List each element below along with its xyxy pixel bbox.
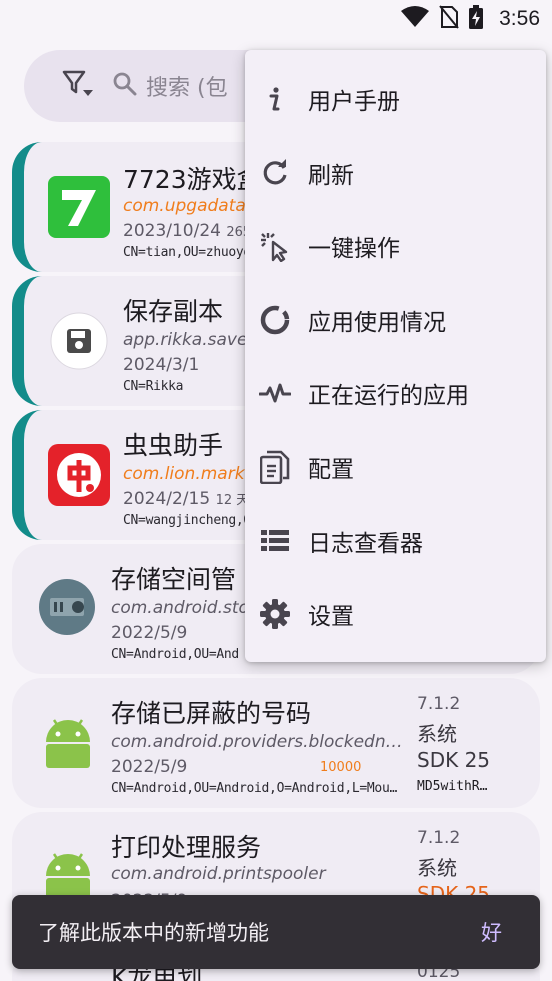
app-cert: CN=wangjincheng,OU: [123, 513, 259, 528]
app-icon-7723: [48, 176, 110, 238]
snackbar-message: 了解此版本中的新增功能: [38, 921, 269, 945]
app-uid: 10000: [320, 760, 362, 775]
menu-item-profiles[interactable]: 配置: [245, 430, 546, 503]
list-icon: [258, 524, 292, 558]
app-package: com.upgadata.u: [123, 196, 262, 216]
menu-item-running-apps[interactable]: 正在运行的应用: [245, 356, 546, 429]
battery-charging-icon: [469, 5, 484, 33]
info-icon: [258, 82, 292, 116]
menu-item-label: 应用使用情况: [308, 309, 446, 336]
app-icon-chongchong: [48, 444, 110, 506]
document-icon: [258, 450, 292, 484]
app-icon-save-copy: [50, 312, 112, 374]
app-sdk: SDK 25: [417, 748, 491, 772]
pulse-icon: [258, 376, 292, 410]
app-version: 7.1.2: [417, 828, 461, 848]
overflow-menu: 用户手册 刷新 一键操作 应用使用情况 正在运行的应用 配置 日志查看器 设置: [245, 50, 546, 662]
usage-ring-icon: [258, 303, 292, 337]
app-cert: CN=Rikka: [123, 379, 184, 394]
app-cert: CN=Android,OU=And: [111, 647, 239, 662]
app-install-date: 2023/10/24 265: [123, 221, 251, 241]
snackbar-ok-button[interactable]: 好: [481, 917, 502, 947]
no-sim-icon: [439, 5, 459, 33]
menu-item-label: 用户手册: [308, 88, 400, 115]
search-input[interactable]: 搜索 (包: [146, 70, 228, 102]
app-version: 7.1.2: [417, 694, 461, 714]
menu-item-refresh[interactable]: 刷新: [245, 136, 546, 209]
menu-item-log-viewer[interactable]: 日志查看器: [245, 504, 546, 577]
app-name: 存储已屏蔽的号码: [111, 699, 312, 728]
menu-item-one-click-ops[interactable]: 一键操作: [245, 209, 546, 282]
gear-icon: [258, 597, 292, 631]
app-type: 系统: [417, 722, 457, 746]
app-package: com.lion.market: [123, 464, 262, 484]
app-type: 系统: [417, 856, 457, 880]
menu-item-label: 刷新: [308, 162, 354, 189]
menu-item-settings[interactable]: 设置: [245, 577, 546, 650]
menu-item-label: 配置: [308, 456, 354, 483]
app-cert: CN=Android,OU=Android,O=Android,L=Mou…: [111, 781, 398, 796]
app-install-date: 2022/5/9: [111, 757, 188, 777]
menu-item-label: 正在运行的应用: [308, 382, 469, 409]
app-install-date: 2024/3/1: [123, 355, 200, 375]
menu-item-app-usage[interactable]: 应用使用情况: [245, 283, 546, 356]
app-date-value: 2023/10/24: [123, 221, 221, 241]
search-icon: [112, 71, 138, 101]
status-time: 3:56: [499, 7, 540, 30]
app-package: com.android.printspooler: [111, 864, 326, 884]
app-install-date: 2024/2/15 12 天: [123, 489, 249, 509]
menu-item-label: 日志查看器: [308, 530, 423, 557]
app-name: 7723游戏盒: [123, 165, 262, 194]
app-date-value: 2024/2/15: [123, 489, 211, 509]
app-card-blocked-numbers[interactable]: 存储已屏蔽的号码 com.android.providers.blockedn……: [12, 678, 540, 808]
menu-item-label: 一键操作: [308, 235, 400, 262]
app-package: com.android.sto: [111, 598, 249, 618]
snackbar: 了解此版本中的新增功能 好: [12, 895, 540, 969]
app-package: app.rikka.savec: [123, 330, 257, 350]
menu-item-user-manual[interactable]: 用户手册: [245, 62, 546, 135]
app-install-date: 2022/5/9: [111, 623, 188, 643]
filter-icon: [61, 68, 95, 104]
android-icon: [40, 714, 102, 776]
app-name: 虫虫助手: [123, 431, 224, 460]
tap-cursor-icon: [258, 229, 292, 263]
status-bar: 3:56: [0, 0, 552, 40]
app-cert: CN=tian,OU=zhuoyou: [123, 245, 259, 260]
app-name: 存储空间管: [111, 565, 237, 594]
app-name: 保存副本: [123, 297, 224, 326]
menu-item-label: 设置: [308, 603, 354, 630]
app-name: 打印处理服务: [111, 833, 262, 862]
app-icon-storage-manager: [38, 578, 100, 640]
app-signature-algo: MD5withR…: [417, 779, 488, 794]
refresh-icon: [258, 156, 292, 190]
wifi-icon: [401, 6, 430, 32]
app-package: com.android.providers.blockedn…: [111, 732, 403, 752]
filter-button[interactable]: [48, 56, 108, 116]
